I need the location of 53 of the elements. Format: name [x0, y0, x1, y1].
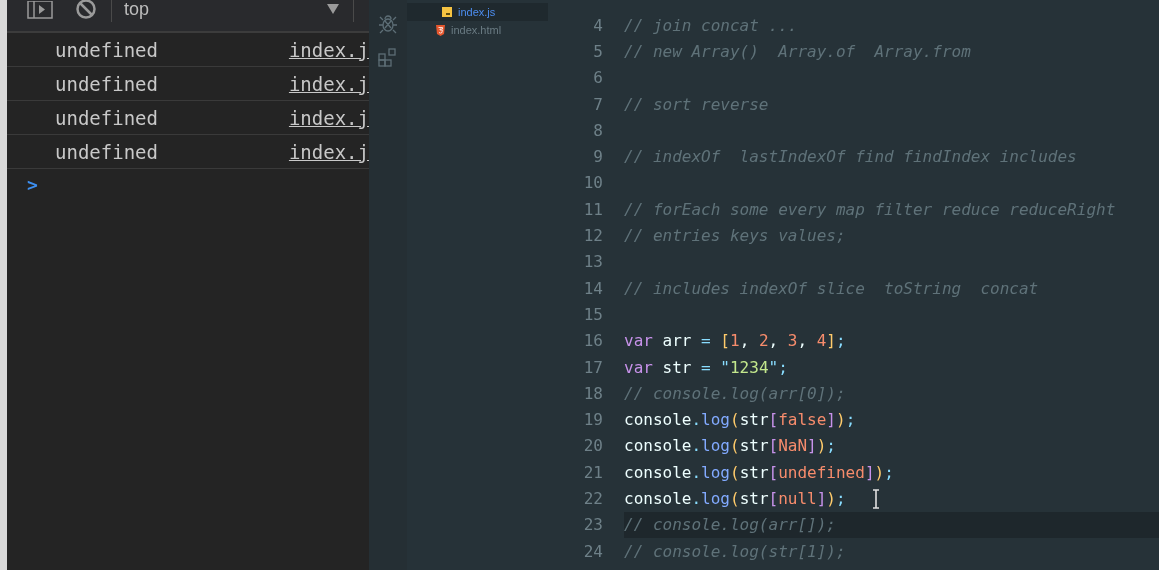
line-number: 18: [582, 383, 603, 403]
code-line: // console.log(arr[]);: [624, 515, 836, 535]
source-link[interactable]: index.j: [288, 72, 369, 95]
code-line: // console.log(str[1]);: [624, 541, 846, 561]
bug-icon[interactable]: [378, 14, 398, 34]
line-number: 15: [582, 304, 603, 324]
code-line: console.log(str[false]);: [624, 410, 856, 430]
line-number: 13: [582, 252, 603, 272]
console-prompt[interactable]: >: [27, 174, 369, 195]
line-number: 5: [592, 41, 603, 61]
line-number: 21: [582, 462, 603, 482]
code-line: // includes indexOf slice toString concat: [624, 278, 1039, 298]
source-link[interactable]: index.j: [288, 106, 369, 129]
line-number: 23: [582, 515, 603, 535]
line-number: 12: [582, 226, 603, 245]
line-number: 11: [582, 199, 603, 219]
clear-console-icon[interactable]: [75, 0, 97, 20]
code-line: console.log(str[NaN]);: [624, 436, 836, 456]
line-number: 7: [592, 94, 603, 114]
line-number: 4: [592, 15, 603, 35]
line-number: 16: [582, 331, 603, 351]
code-line: // indexOf lastIndexOf find findIndex includes: [624, 147, 1077, 167]
code-line: var arr = [1, 2, 3, 4];: [624, 331, 846, 351]
js-file-icon: [442, 7, 452, 17]
line-number: 10: [582, 173, 603, 193]
code-line: console.log(str[undefined]);: [624, 462, 894, 482]
line-number: 22: [582, 489, 603, 508]
code-line: // entries keys values;: [624, 226, 846, 245]
code-line: // sort reverse: [624, 94, 769, 114]
console-message: undefined: [55, 106, 159, 129]
source-link[interactable]: index.j: [288, 38, 369, 61]
console-message: undefined: [55, 72, 159, 95]
file-tree-item[interactable]: index.js: [407, 3, 548, 21]
html-file-icon: [436, 24, 445, 36]
sidebar-toggle-icon[interactable]: [27, 0, 53, 20]
caret-icon: [327, 4, 339, 14]
console-message: undefined: [55, 140, 159, 163]
code-line: console.log(str[null]);: [624, 489, 846, 508]
console-message: undefined: [55, 38, 159, 61]
line-number: 17: [582, 357, 603, 377]
source-link[interactable]: index.j: [288, 140, 369, 163]
code-line: // new Array() Array.of Array.from: [624, 41, 971, 61]
line-number: 19: [582, 410, 603, 430]
line-number: 14: [582, 278, 603, 298]
line-number: 24: [582, 541, 603, 561]
line-number: 9: [592, 147, 603, 167]
code-line: // console.log(arr[0]);: [624, 383, 846, 403]
code-line: var str = "1234";: [624, 357, 788, 377]
code-line: // join concat ...: [624, 15, 798, 35]
line-number: 6: [592, 68, 603, 88]
line-number: 20: [582, 436, 603, 456]
line-number: 8: [592, 120, 603, 140]
code-line: // forEach some every map filter reduce reduceRight: [624, 199, 1116, 219]
